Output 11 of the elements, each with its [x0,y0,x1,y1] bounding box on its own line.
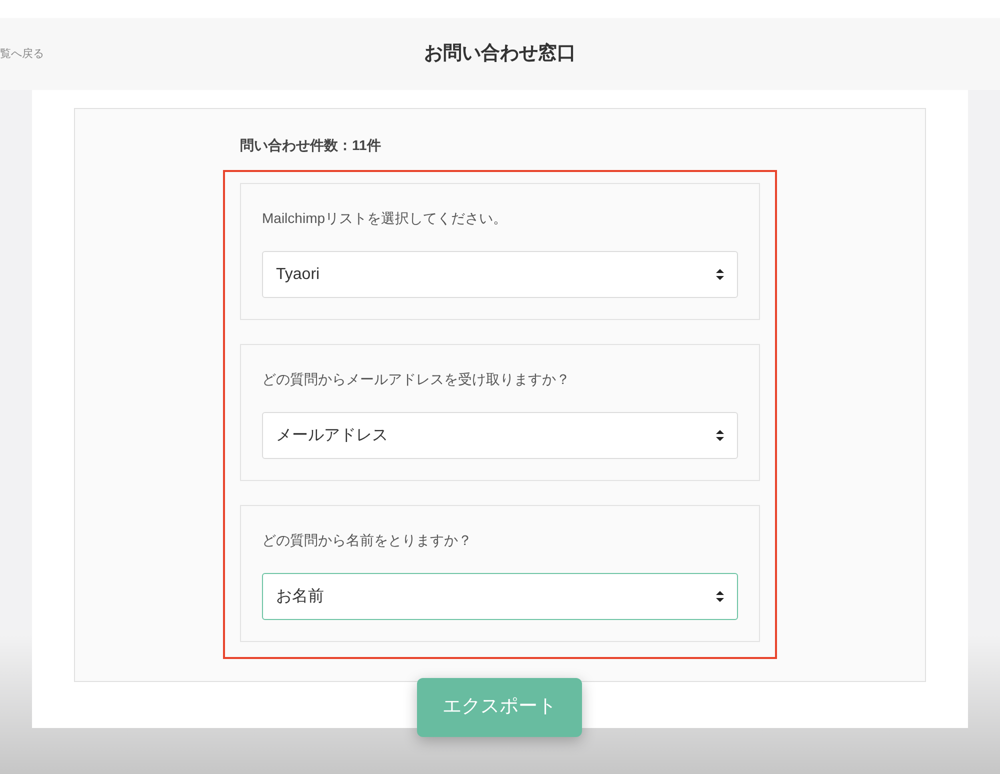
sort-caret-icon [716,269,724,280]
question-label: Mailchimpリストを選択してください。 [262,209,508,228]
select-field[interactable]: メールアドレス [262,412,738,459]
question-label: どの質問から名前をとりますか？ [262,531,473,550]
inquiry-count: 問い合わせ件数：11件 [240,136,382,155]
select-field[interactable]: お名前 [262,573,738,620]
page-title: お問い合わせ窓口 [424,42,576,66]
sort-caret-icon [716,430,724,441]
sort-caret-icon [716,591,724,602]
select-field[interactable]: Tyaori [262,251,738,298]
question-label: どの質問からメールアドレスを受け取りますか？ [262,370,571,389]
